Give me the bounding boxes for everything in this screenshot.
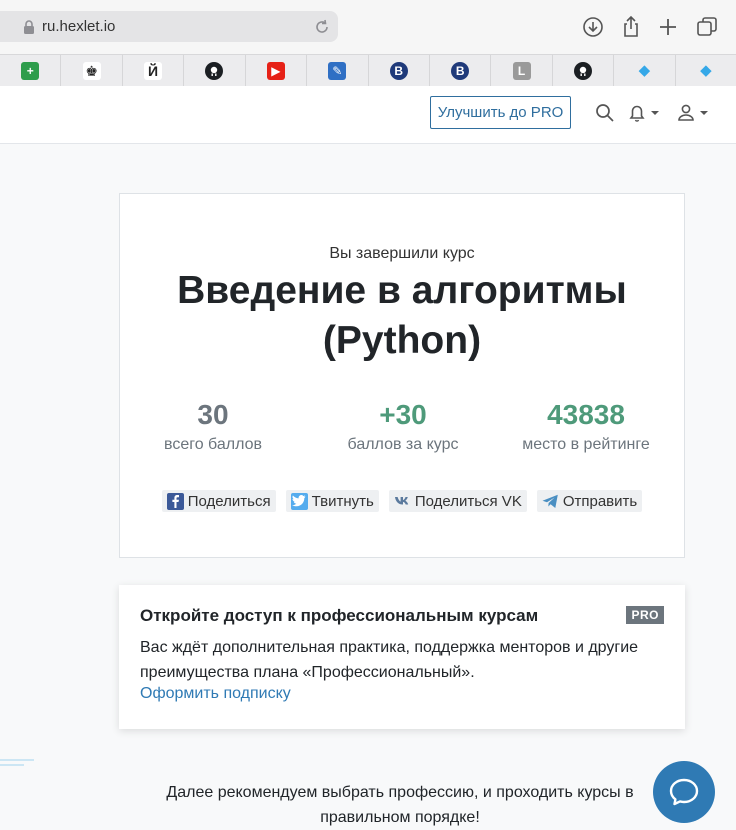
chat-icon xyxy=(669,778,699,806)
url-text: ru.hexlet.io xyxy=(42,18,116,35)
upgrade-pro-button[interactable]: Улучшить до PRO xyxy=(430,96,571,129)
share-label: Твитнуть xyxy=(311,492,374,510)
vk-icon xyxy=(393,492,411,510)
share-icon[interactable] xyxy=(619,15,643,39)
bookmark-github-2[interactable] xyxy=(553,55,615,86)
stat-value: 30 xyxy=(197,399,229,430)
stat-rating-place: 43838 место в рейтинге xyxy=(496,398,676,454)
bookmark-youtube[interactable]: ▶ xyxy=(246,55,308,86)
eagle-emblem-icon: ♚ xyxy=(82,61,101,80)
tabs-icon[interactable] xyxy=(695,15,719,39)
bookmark-letter-i[interactable]: Й xyxy=(123,55,185,86)
bookmark-blue-app[interactable]: ✎ xyxy=(307,55,369,86)
diamond-2-icon: ◆ xyxy=(696,61,715,80)
notifications-icon[interactable] xyxy=(627,103,663,123)
diamond-icon: ◆ xyxy=(635,61,654,80)
pro-promo-card: Откройте доступ к профессиональным курса… xyxy=(119,585,685,729)
bookmark-green-plus[interactable]: + xyxy=(0,55,62,86)
recommendation-text: Далее рекомендуем выбрать профессию, и п… xyxy=(166,784,634,826)
search-icon[interactable] xyxy=(595,103,615,123)
stat-label: баллов за курс xyxy=(347,436,459,453)
bookmark-github[interactable] xyxy=(184,55,246,86)
hse-1-icon: В xyxy=(389,61,408,80)
user-menu-icon[interactable] xyxy=(676,103,712,123)
site-header: Улучшить до PRO xyxy=(0,86,736,144)
twitter-icon xyxy=(290,492,308,510)
stat-label: всего баллов xyxy=(164,436,262,453)
blue-app-icon: ✎ xyxy=(328,61,347,80)
course-title: Введение в алгоритмы (Python) xyxy=(177,269,627,362)
subscribe-link[interactable]: Оформить подписку xyxy=(140,685,291,703)
facebook-icon xyxy=(166,492,184,510)
download-icon[interactable] xyxy=(581,15,605,39)
share-label: Отправить xyxy=(562,492,638,510)
hse-2-icon: В xyxy=(451,61,470,80)
share-vk-button[interactable]: Поделиться VK xyxy=(388,490,527,512)
lock-icon xyxy=(24,20,34,34)
decorative-lines xyxy=(0,759,34,766)
bookmark-diamond[interactable]: ◆ xyxy=(614,55,676,86)
share-twitter-button[interactable]: Твитнуть xyxy=(285,490,379,512)
bookmark-hse-2[interactable]: В xyxy=(430,55,492,86)
stat-course-points: +30 баллов за курс xyxy=(313,398,493,454)
share-buttons: Поделиться Твитнуть Поделиться VK Отправ… xyxy=(120,490,684,512)
bookmark-hse-1[interactable]: В xyxy=(369,55,430,86)
pro-promo-text: Вас ждёт дополнительная практика, поддер… xyxy=(140,639,639,681)
letter-l-icon: L xyxy=(512,61,531,80)
share-facebook-button[interactable]: Поделиться xyxy=(161,490,276,512)
bookmark-letter-l[interactable]: L xyxy=(491,55,553,86)
course-complete-subtitle: Вы завершили курс xyxy=(329,245,475,262)
stat-value: +30 xyxy=(379,399,427,430)
stat-total-points: 30 всего баллов xyxy=(123,398,303,454)
letter-i-icon: Й xyxy=(144,61,163,80)
stat-value: 43838 xyxy=(547,399,625,430)
stat-label: место в рейтинге xyxy=(522,436,650,453)
share-label: Поделиться VK xyxy=(414,492,522,510)
support-chat-button[interactable] xyxy=(653,761,715,823)
share-telegram-button[interactable]: Отправить xyxy=(536,490,643,512)
address-bar[interactable]: ru.hexlet.io xyxy=(0,11,338,42)
course-complete-card: Вы завершили курс Введение в алгоритмы (… xyxy=(119,193,685,558)
bookmark-diamond-2[interactable]: ◆ xyxy=(676,55,736,86)
bookmark-eagle-emblem[interactable]: ♚ xyxy=(61,55,123,86)
telegram-icon xyxy=(541,492,559,510)
github-icon xyxy=(205,61,224,80)
new-tab-icon[interactable] xyxy=(656,15,680,39)
share-label: Поделиться xyxy=(187,492,271,510)
reload-icon[interactable] xyxy=(314,19,330,35)
bookmarks-bar: + ♚ Й ▶ ✎ В В L ◆ ◆ xyxy=(0,54,736,87)
youtube-icon: ▶ xyxy=(266,61,285,80)
browser-toolbar: ru.hexlet.io xyxy=(0,0,736,54)
github-2-icon xyxy=(574,61,592,80)
pro-promo-title: Откройте доступ к профессиональным курса… xyxy=(140,606,539,625)
green-plus-icon: + xyxy=(21,61,40,80)
pro-badge: PRO xyxy=(626,606,664,624)
